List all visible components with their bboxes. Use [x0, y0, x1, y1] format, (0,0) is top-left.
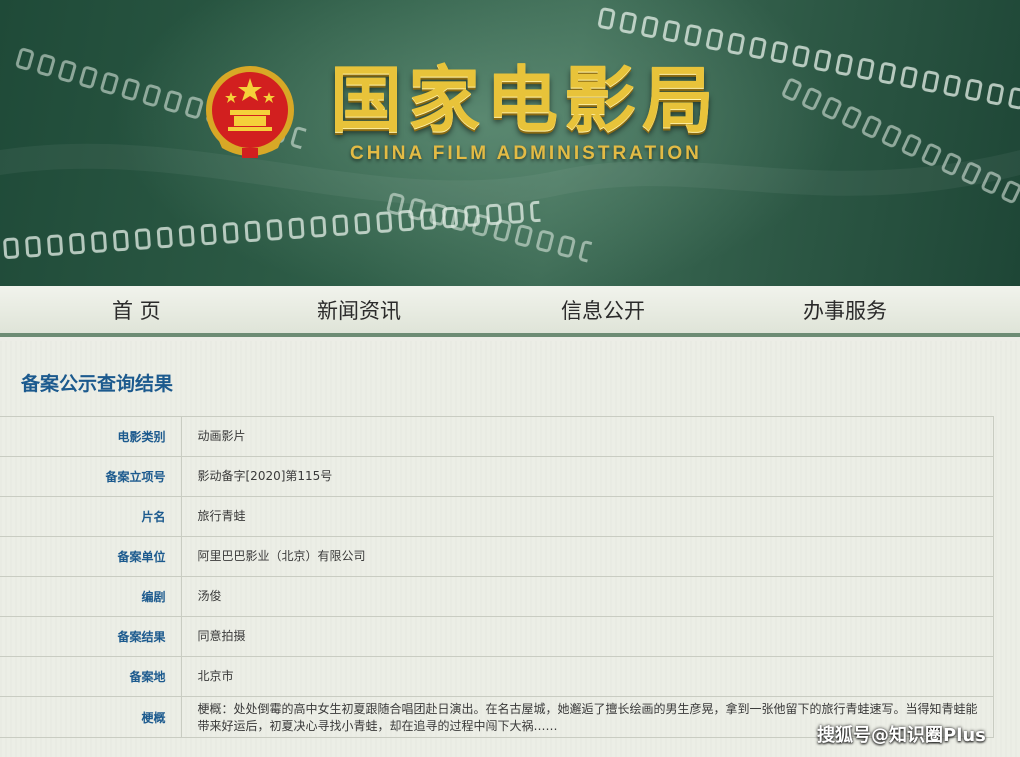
main-nav: 首 页 新闻资讯 信息公开 办事服务	[0, 286, 1020, 337]
site-title-english: CHINA FILM ADMINISTRATION	[350, 143, 702, 164]
row-label: 备案地	[0, 656, 182, 697]
row-label: 片名	[0, 496, 182, 537]
row-value: 旅行青蛙	[180, 496, 994, 537]
page-title: 备案公示查询结果	[21, 373, 174, 395]
nav-item-information[interactable]: 信息公开	[561, 286, 645, 337]
table-row: 电影类别 动画影片	[0, 416, 994, 457]
row-label: 电影类别	[0, 416, 182, 457]
nav-item-home[interactable]: 首 页	[112, 286, 161, 337]
row-value: 动画影片	[180, 416, 994, 457]
table-row: 备案单位 阿里巴巴影业（北京）有限公司	[0, 536, 994, 577]
row-label: 备案单位	[0, 536, 182, 577]
table-row: 编剧 汤俊	[0, 576, 994, 617]
site-banner: 国家电影局 CHINA FILM ADMINISTRATION	[0, 0, 1020, 286]
site-title-chinese: 国家电影局	[330, 58, 721, 142]
row-label: 编剧	[0, 576, 182, 617]
table-row: 备案立项号 影动备字[2020]第115号	[0, 456, 994, 497]
row-label: 梗概	[0, 696, 182, 738]
table-row: 备案结果 同意拍摄	[0, 616, 994, 657]
table-row: 备案地 北京市	[0, 656, 994, 697]
row-value: 影动备字[2020]第115号	[180, 456, 994, 497]
row-value: 北京市	[180, 656, 994, 697]
national-emblem-icon	[206, 66, 294, 158]
row-value: 阿里巴巴影业（北京）有限公司	[180, 536, 994, 577]
row-label: 备案结果	[0, 616, 182, 657]
row-label: 备案立项号	[0, 456, 182, 497]
record-table: 电影类别 动画影片 备案立项号 影动备字[2020]第115号 片名 旅行青蛙 …	[0, 416, 994, 738]
nav-item-news[interactable]: 新闻资讯	[317, 286, 401, 337]
nav-item-services[interactable]: 办事服务	[803, 286, 887, 337]
row-value: 汤俊	[180, 576, 994, 617]
table-row: 片名 旅行青蛙	[0, 496, 994, 537]
row-value: 同意拍摄	[180, 616, 994, 657]
watermark: 搜狐号@知识圈Plus	[817, 725, 986, 746]
